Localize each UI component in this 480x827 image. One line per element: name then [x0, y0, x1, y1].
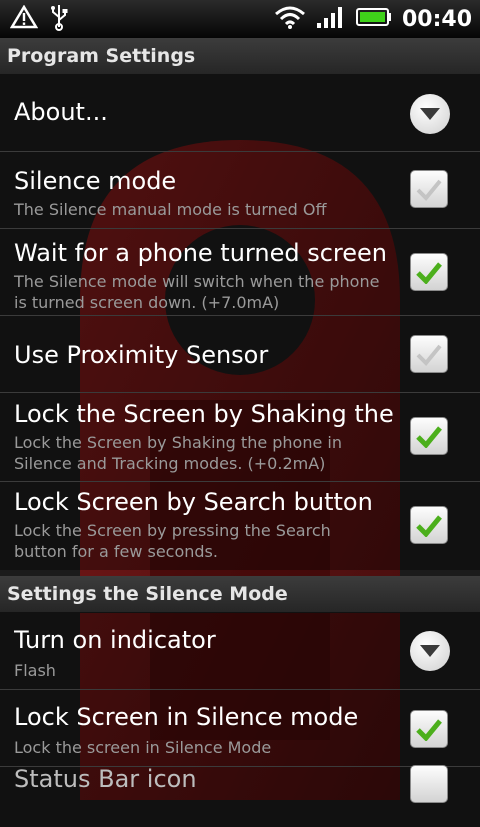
signal-icon [316, 5, 346, 33]
pref-lock-by-search[interactable]: Lock Screen by Search button Lock the Sc… [0, 482, 480, 570]
wait-turned-down-checkbox[interactable] [410, 253, 450, 293]
pref-summary: Lock the Screen by Shaking the phone in … [14, 433, 342, 473]
pref-summary: The Silence manual mode is turned Off [14, 200, 327, 219]
wifi-icon [274, 5, 306, 33]
about-dropdown[interactable] [410, 94, 450, 134]
pref-wait-turned-down[interactable]: Wait for a phone turned screen d The Sil… [0, 229, 480, 316]
pref-summary: Lock the screen in Silence Mode [14, 738, 272, 757]
pref-title: Status Bar icon [14, 765, 197, 793]
proximity-sensor-checkbox[interactable] [410, 335, 450, 375]
section-header-silence-mode: Settings the Silence Mode [0, 576, 480, 613]
check-icon [410, 710, 448, 748]
status-bar-icon-checkbox[interactable] [410, 765, 450, 805]
battery-icon [355, 7, 392, 31]
silence-mode-checkbox[interactable] [410, 170, 450, 210]
pref-title: Lock Screen in Silence mode [14, 703, 359, 731]
pref-lock-in-silence[interactable]: Lock Screen in Silence mode Lock the scr… [0, 690, 480, 767]
usb-icon [50, 3, 68, 35]
chevron-down-icon [410, 631, 450, 671]
check-icon [410, 253, 448, 291]
pref-title: Turn on indicator [14, 626, 216, 654]
pref-title: About... [14, 98, 108, 126]
lock-in-silence-checkbox[interactable] [410, 710, 450, 750]
pref-turn-on-indicator[interactable]: Turn on indicator Flash [0, 613, 480, 690]
status-bar: 00:40 [0, 0, 480, 38]
pref-about[interactable]: About... [0, 75, 480, 152]
check-icon [410, 335, 448, 373]
warning-icon [9, 4, 39, 33]
pref-title: Wait for a phone turned screen d [14, 239, 394, 267]
pref-lock-by-shaking[interactable]: Lock the Screen by Shaking the p Lock th… [0, 393, 480, 482]
pref-title: Lock the Screen by Shaking the p [14, 400, 394, 428]
pref-summary: Lock the Screen by pressing the Search b… [14, 521, 331, 561]
pref-summary: Flash [14, 661, 56, 680]
pref-proximity-sensor[interactable]: Use Proximity Sensor [0, 316, 480, 393]
pref-summary: The Silence mode will switch when the ph… [14, 272, 380, 312]
indicator-dropdown[interactable] [410, 631, 450, 671]
clock: 00:40 [401, 6, 472, 32]
lock-by-search-checkbox[interactable] [410, 506, 450, 546]
check-icon [410, 417, 448, 455]
program-settings-list: About... Silence mode The Silence manual… [0, 75, 480, 570]
pref-title: Silence mode [14, 167, 177, 195]
pref-silence-mode[interactable]: Silence mode The Silence manual mode is … [0, 152, 480, 229]
pref-title: Use Proximity Sensor [14, 341, 269, 369]
pref-title: Lock Screen by Search button [14, 488, 373, 516]
section-header-program-settings: Program Settings [0, 38, 480, 75]
check-icon [410, 506, 448, 544]
chevron-down-icon [410, 94, 450, 134]
silence-mode-settings-list: Turn on indicator Flash Lock Screen in S… [0, 613, 480, 827]
lock-by-shaking-checkbox[interactable] [410, 417, 450, 457]
check-icon [410, 170, 448, 208]
check-icon [410, 765, 448, 803]
pref-status-bar-icon[interactable]: Status Bar icon [0, 765, 480, 827]
